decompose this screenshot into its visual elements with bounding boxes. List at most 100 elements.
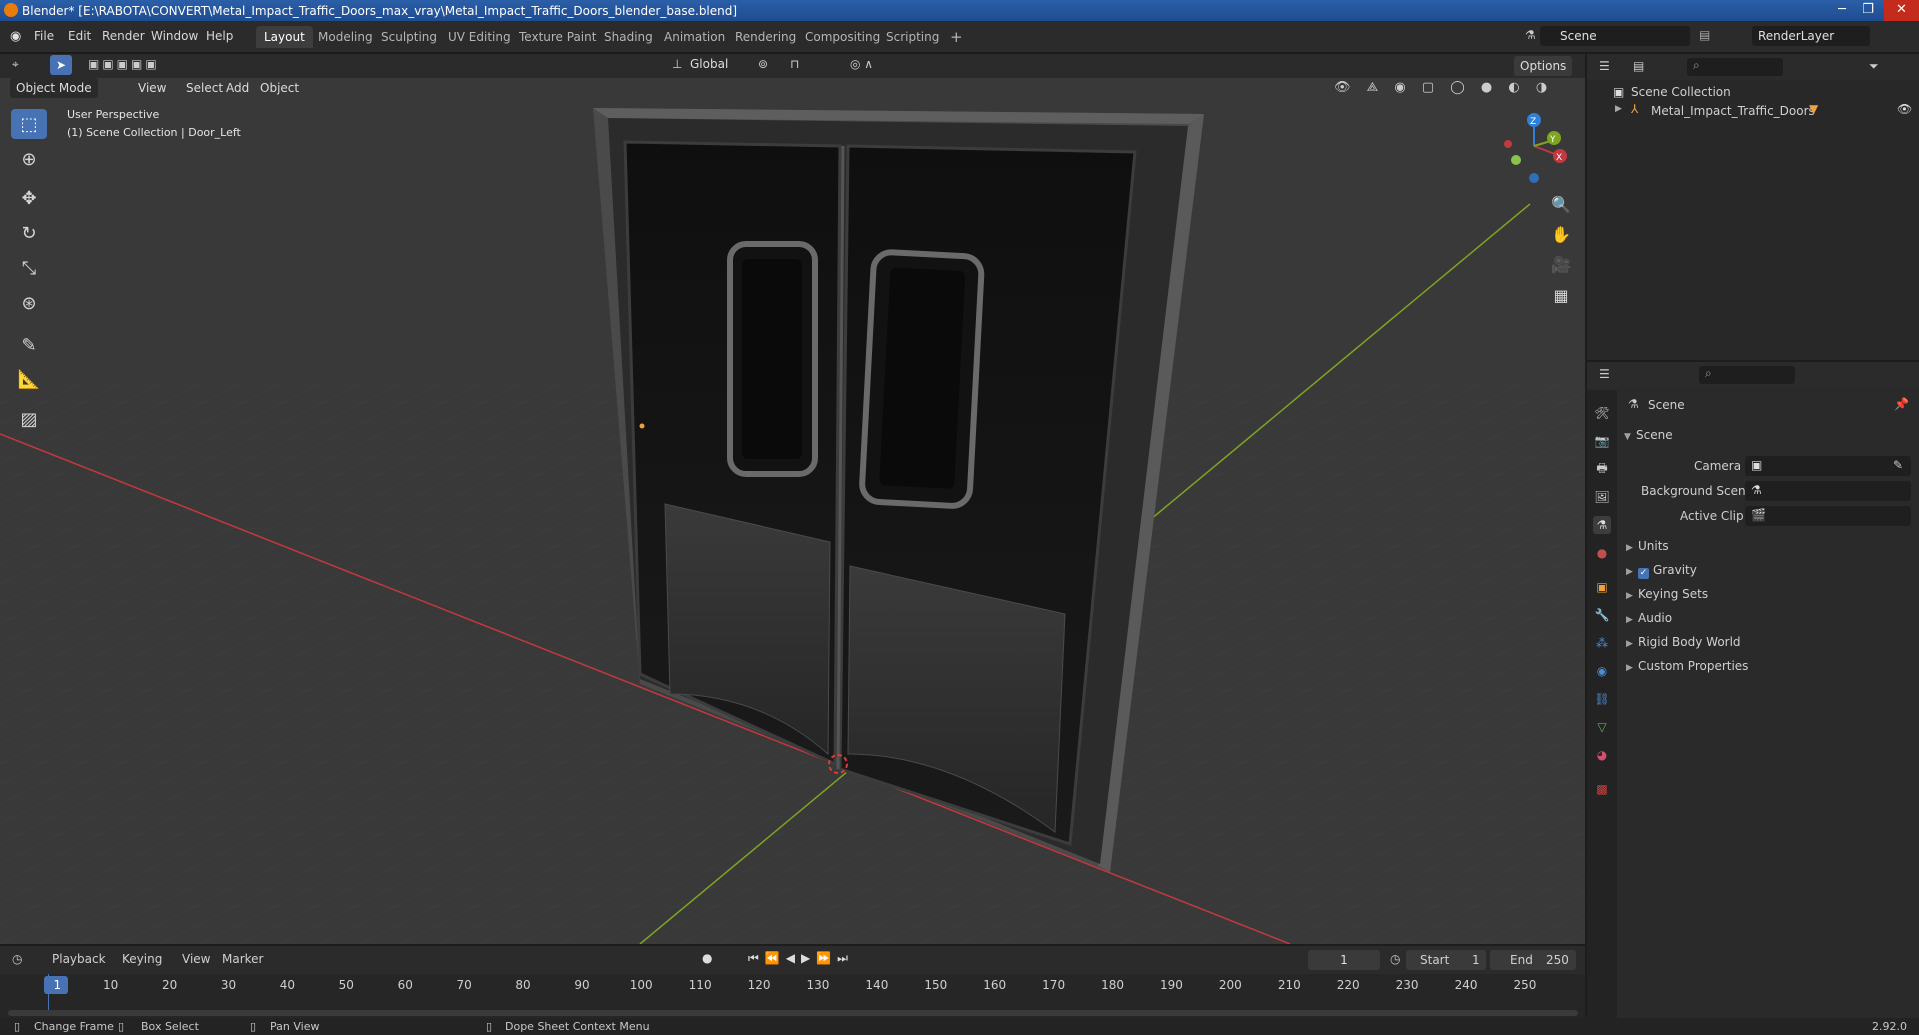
visibility-eye-icon[interactable]: 👁: [1897, 102, 1912, 116]
end-frame-field[interactable]: End 250: [1490, 950, 1576, 970]
pivot-icon[interactable]: ⊚: [758, 57, 768, 71]
menu-window[interactable]: Window: [151, 29, 198, 43]
camera-view-icon[interactable]: 🎥: [1547, 250, 1575, 278]
modifier-tab-icon[interactable]: 🔧: [1593, 606, 1611, 624]
orientation-dropdown[interactable]: Global: [690, 57, 728, 71]
tab-sculpting[interactable]: Sculpting: [373, 26, 445, 48]
zoom-icon[interactable]: 🔍: [1547, 190, 1575, 218]
active-clip-field[interactable]: 🎬: [1745, 506, 1911, 526]
rigid-body-world-panel[interactable]: ▶ Rigid Body World: [1626, 635, 1741, 649]
pan-hand-icon[interactable]: ✋: [1547, 220, 1575, 248]
select-tool-icon[interactable]: ➤: [50, 55, 72, 75]
keying-sets-panel[interactable]: ▶ Keying Sets: [1626, 587, 1708, 601]
tab-shading[interactable]: Shading: [596, 26, 661, 48]
material-tab-icon[interactable]: ◕: [1593, 746, 1611, 764]
add-workspace-button[interactable]: +: [942, 26, 971, 48]
scene-selector[interactable]: Scene: [1540, 26, 1690, 46]
renderlayer-selector[interactable]: RenderLayer: [1752, 26, 1870, 46]
view-menu[interactable]: View: [132, 78, 172, 98]
tool-tab-icon[interactable]: 🛠: [1593, 404, 1611, 422]
view-layer-tab-icon[interactable]: 🖼: [1593, 488, 1611, 506]
properties-editor-icon[interactable]: ☰: [1599, 367, 1610, 381]
blender-menu-icon[interactable]: ◉: [10, 29, 21, 44]
tab-compositing[interactable]: Compositing: [797, 26, 888, 48]
viewport-shading-icons[interactable]: 👁 ⟁ ◉ ▢ ◯ ● ◐ ◑: [1334, 80, 1553, 95]
start-frame-field[interactable]: Start 1: [1406, 950, 1486, 970]
measure-tool[interactable]: 📐: [11, 364, 47, 394]
menu-edit[interactable]: Edit: [68, 29, 91, 43]
menu-render[interactable]: Render: [102, 29, 145, 43]
physics-tab-icon[interactable]: ◉: [1593, 662, 1611, 680]
data-tab-icon[interactable]: ▽: [1593, 718, 1611, 736]
scene-tab-icon[interactable]: ⚗: [1593, 516, 1611, 534]
playback-controls[interactable]: ⏮⏪◀▶⏩⏭: [748, 951, 854, 966]
scene-section-header[interactable]: ▼ Scene: [1624, 428, 1673, 442]
camera-field[interactable]: ▣ ✎: [1745, 456, 1911, 476]
tab-texture-paint[interactable]: Texture Paint: [511, 26, 604, 48]
move-tool[interactable]: ✥: [11, 183, 47, 213]
menu-help[interactable]: Help: [206, 29, 233, 43]
cursor-tool[interactable]: ⊕: [11, 144, 47, 174]
output-tab-icon[interactable]: 🖶: [1593, 460, 1611, 478]
close-button[interactable]: ✕: [1884, 0, 1919, 21]
units-panel[interactable]: ▶ Units: [1626, 539, 1669, 553]
tab-animation[interactable]: Animation: [656, 26, 733, 48]
outliner-scene-collection[interactable]: Scene Collection: [1631, 85, 1731, 99]
timeline-view-menu[interactable]: View: [182, 952, 210, 966]
constraints-tab-icon[interactable]: ⛓: [1593, 690, 1611, 708]
add-cube-tool[interactable]: ▨: [11, 404, 47, 434]
scale-tool[interactable]: ⤡: [11, 253, 47, 283]
3d-viewport[interactable]: [0, 54, 1585, 944]
expand-arrow-icon[interactable]: ▶: [1615, 104, 1622, 114]
world-tab-icon[interactable]: ●: [1593, 544, 1611, 562]
object-menu[interactable]: Object: [254, 78, 305, 98]
timeline-scrollbar[interactable]: [8, 1010, 1578, 1016]
outliner-item[interactable]: Metal_Impact_Traffic_Doors: [1651, 104, 1815, 118]
custom-properties-panel[interactable]: ▶ Custom Properties: [1626, 659, 1748, 673]
menu-file[interactable]: File: [34, 29, 54, 43]
keying-menu[interactable]: Keying: [122, 952, 162, 966]
outliner-search-input[interactable]: ⌕: [1687, 58, 1783, 76]
tab-layout[interactable]: Layout: [256, 26, 313, 48]
editor-type-icon[interactable]: ⌖: [12, 57, 19, 72]
filter-icon[interactable]: ⏷: [1869, 59, 1879, 74]
annotate-tool[interactable]: ✎: [11, 330, 47, 360]
timeline-editor-icon[interactable]: ◷: [12, 952, 22, 966]
timeline-tick-label: 210: [1277, 978, 1301, 992]
gravity-panel[interactable]: ▶ ✓ Gravity: [1626, 563, 1697, 579]
object-tab-icon[interactable]: ▣: [1593, 578, 1611, 596]
add-menu[interactable]: Add: [220, 78, 255, 98]
perspective-toggle-icon[interactable]: ▦: [1547, 281, 1575, 309]
tab-scripting[interactable]: Scripting: [878, 26, 947, 48]
tab-rendering[interactable]: Rendering: [727, 26, 804, 48]
proportional-edit-icon[interactable]: ◎ ∧: [850, 57, 873, 71]
current-frame-field[interactable]: 1: [1308, 950, 1380, 970]
tab-modeling[interactable]: Modeling: [310, 26, 381, 48]
marker-menu[interactable]: Marker: [222, 952, 263, 966]
timeline-tick-label: 1: [53, 978, 62, 992]
outliner-editor-icon[interactable]: ☰: [1599, 59, 1610, 73]
properties-search-input[interactable]: ⌕: [1699, 366, 1795, 384]
status-pan-view: Pan View: [270, 1020, 320, 1033]
navigation-gizmo[interactable]: Z X Y: [1490, 108, 1570, 188]
render-tab-icon[interactable]: 📷: [1593, 432, 1611, 450]
tab-uv-editing[interactable]: UV Editing: [440, 26, 519, 48]
snap-icon[interactable]: ⊓: [790, 57, 799, 71]
particles-tab-icon[interactable]: ⁂: [1593, 634, 1611, 652]
selection-mode-icons[interactable]: ▣▣▣▣▣: [88, 57, 160, 71]
texture-tab-icon[interactable]: ▩: [1593, 780, 1611, 798]
display-mode-icon[interactable]: ▤: [1633, 59, 1644, 73]
audio-panel[interactable]: ▶ Audio: [1626, 611, 1672, 625]
rotate-tool[interactable]: ↻: [11, 218, 47, 248]
minimize-button[interactable]: ─: [1830, 0, 1854, 21]
transform-tool[interactable]: ⊛: [11, 288, 47, 318]
background-scene-field[interactable]: ⚗: [1745, 481, 1911, 501]
gravity-checkbox[interactable]: ✓: [1638, 568, 1649, 579]
options-dropdown[interactable]: Options: [1514, 56, 1573, 76]
select-box-tool[interactable]: ⬚: [11, 109, 47, 139]
record-icon[interactable]: ●: [702, 951, 712, 965]
object-mode-dropdown[interactable]: Object Mode: [10, 78, 98, 98]
pin-icon[interactable]: 📌: [1894, 397, 1909, 411]
playback-menu[interactable]: Playback: [52, 952, 106, 966]
maximize-button[interactable]: ❐: [1856, 0, 1880, 21]
